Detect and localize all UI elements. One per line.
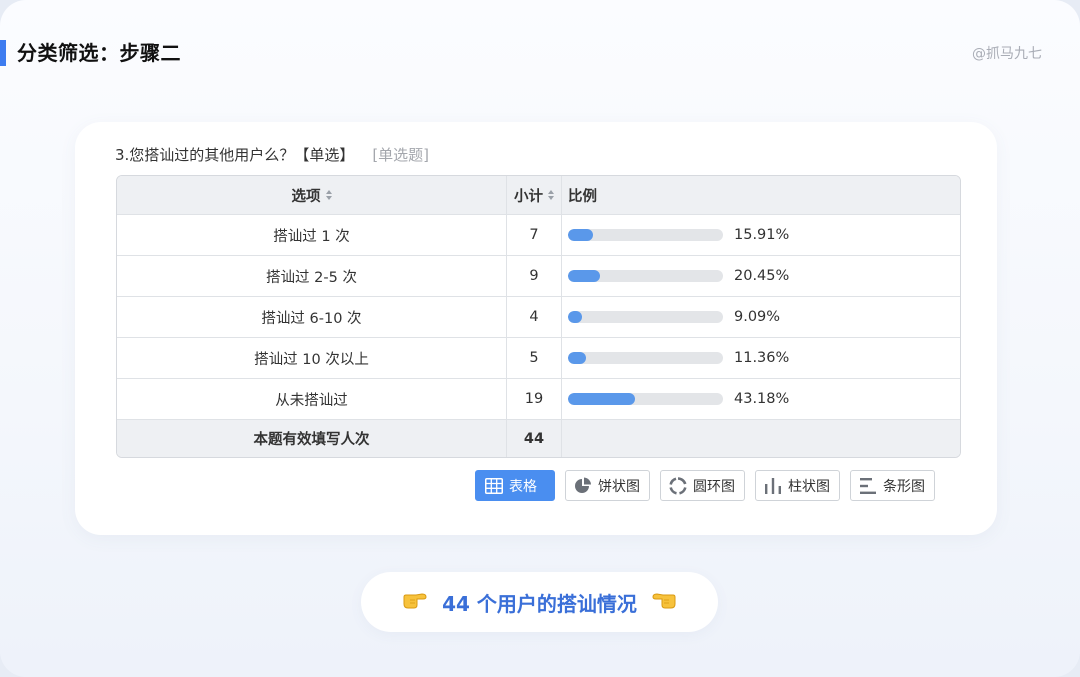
- table-row: 从未搭讪过 19 43.18%: [117, 378, 960, 419]
- progress-bar-fill: [568, 311, 583, 323]
- ratio-cell: 11.36%: [562, 338, 960, 378]
- summary-caption: 44 个用户的搭讪情况: [361, 572, 718, 632]
- option-cell: 搭讪过 6-10 次: [117, 297, 507, 337]
- progress-bar-fill: [568, 229, 593, 241]
- percent-label: 15.91%: [734, 227, 790, 243]
- pie-chart-view-button[interactable]: 饼状图: [565, 470, 650, 501]
- view-switcher: 表格 饼状图 圆环图 柱状图 条形图: [475, 470, 935, 501]
- table-view-label: 表格: [509, 478, 537, 495]
- page-title: 分类筛选：步骤二: [17, 41, 181, 65]
- table-header-row: 选项 小计 比例: [117, 176, 960, 214]
- donut-chart-view-button[interactable]: 圆环图: [660, 470, 745, 501]
- option-cell: 搭讪过 2-5 次: [117, 256, 507, 296]
- donut-chart-icon: [669, 476, 687, 495]
- ratio-cell: 9.09%: [562, 297, 960, 337]
- sort-icon[interactable]: [325, 190, 332, 200]
- option-cell: 从未搭讪过: [117, 379, 507, 419]
- progress-bar-track: [568, 393, 723, 405]
- column-header-option-label: 选项: [291, 188, 321, 205]
- total-row: 本题有效填写人次 44: [117, 419, 960, 457]
- horizontal-bar-chart-view-label: 条形图: [883, 478, 925, 495]
- total-ratio-empty: [562, 420, 960, 457]
- percent-label: 9.09%: [734, 309, 781, 325]
- progress-bar-track: [568, 270, 723, 282]
- column-header-option[interactable]: 选项: [117, 176, 507, 214]
- table-row: 搭讪过 2-5 次 9 20.45%: [117, 255, 960, 296]
- donut-chart-view-label: 圆环图: [693, 478, 735, 495]
- pointing-right-hand-icon: [402, 589, 428, 615]
- caption-text: 44 个用户的搭讪情况: [442, 591, 637, 616]
- column-header-count-label: 小计: [514, 188, 543, 205]
- survey-result-card: 3.您搭讪过的其他用户么？【单选】 [单选题] 选项 小计 比例 搭讪过 1 次 …: [75, 122, 997, 535]
- results-table: 选项 小计 比例 搭讪过 1 次 7 15.91% 搭讪过 2-5 次 9 20…: [116, 175, 961, 458]
- percent-label: 11.36%: [734, 350, 790, 366]
- total-label: 本题有效填写人次: [117, 420, 507, 457]
- progress-bar-fill: [568, 393, 635, 405]
- column-header-count[interactable]: 小计: [507, 176, 562, 214]
- total-count: 44: [507, 420, 562, 457]
- count-cell: 4: [507, 297, 562, 337]
- title-accent-bar: [0, 40, 6, 66]
- option-cell: 搭讪过 10 次以上: [117, 338, 507, 378]
- progress-bar-fill: [568, 270, 600, 282]
- progress-bar-track: [568, 352, 723, 364]
- question-type-tag: [单选题]: [372, 146, 430, 164]
- bar-chart-icon: [765, 477, 781, 494]
- pie-chart-view-label: 饼状图: [598, 478, 640, 495]
- count-cell: 9: [507, 256, 562, 296]
- ratio-cell: 20.45%: [562, 256, 960, 296]
- percent-label: 20.45%: [734, 268, 790, 284]
- sort-icon[interactable]: [548, 190, 554, 200]
- ratio-cell: 15.91%: [562, 215, 960, 255]
- table-row: 搭讪过 10 次以上 5 11.36%: [117, 337, 960, 378]
- option-cell: 搭讪过 1 次: [117, 215, 507, 255]
- column-header-ratio-label: 比例: [568, 188, 597, 205]
- bar-chart-view-button[interactable]: 柱状图: [755, 470, 840, 501]
- count-cell: 7: [507, 215, 562, 255]
- progress-bar-track: [568, 311, 723, 323]
- pie-chart-icon: [575, 477, 591, 493]
- author-watermark: @抓马九七: [972, 46, 1042, 62]
- bar-chart-view-label: 柱状图: [788, 478, 830, 495]
- ratio-cell: 43.18%: [562, 379, 960, 419]
- percent-label: 43.18%: [734, 391, 790, 407]
- screenshot-frame: 分类筛选：步骤二 @抓马九七 3.您搭讪过的其他用户么？【单选】 [单选题] 选项…: [0, 0, 1080, 677]
- horizontal-bar-chart-view-button[interactable]: 条形图: [850, 470, 935, 501]
- count-cell: 19: [507, 379, 562, 419]
- question-title: 3.您搭讪过的其他用户么？【单选】 [单选题]: [115, 144, 429, 166]
- table-view-button[interactable]: 表格: [475, 470, 555, 501]
- progress-bar-fill: [568, 352, 586, 364]
- progress-bar-track: [568, 229, 723, 241]
- count-cell: 5: [507, 338, 562, 378]
- table-row: 搭讪过 6-10 次 4 9.09%: [117, 296, 960, 337]
- column-header-ratio: 比例: [562, 176, 960, 214]
- table-row: 搭讪过 1 次 7 15.91%: [117, 214, 960, 255]
- question-text: 3.您搭讪过的其他用户么？【单选】: [115, 146, 355, 164]
- horizontal-bar-chart-icon: [860, 477, 876, 494]
- table-icon: [485, 477, 503, 494]
- pointing-left-hand-icon: [651, 589, 677, 615]
